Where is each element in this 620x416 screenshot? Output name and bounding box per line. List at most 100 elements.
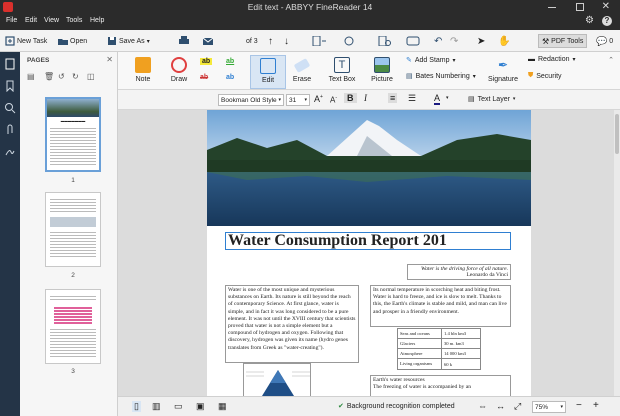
strikethrough-text-icon[interactable]: ab <box>200 74 208 81</box>
quote-block[interactable]: Water is the driving force of all nature… <box>407 264 511 280</box>
document-view[interactable]: Water Consumption Report 201 Water is th… <box>118 110 620 396</box>
menu-view[interactable]: View <box>44 17 59 24</box>
email-icon[interactable] <box>202 34 214 48</box>
rotate-page-icon[interactable] <box>344 34 358 48</box>
align-left-icon[interactable]: ≡ <box>388 93 398 103</box>
settings-gear-icon[interactable]: ⚙ <box>585 15 594 26</box>
pdf-tools-label: PDF Tools <box>551 37 584 45</box>
print-icon[interactable] <box>178 34 190 48</box>
redaction-button[interactable]: ▬ Redaction ▾ <box>528 56 576 63</box>
page-thumbnail-1[interactable]: ▬▬▬▬▬▬▬ <box>45 97 101 172</box>
close-panel-icon[interactable]: ✕ <box>106 55 113 64</box>
insert-text-icon[interactable]: ab <box>226 74 234 81</box>
redaction-icon: ▬ <box>528 56 535 63</box>
menu-bar: File Edit View Tools Help ⚙ ? <box>0 14 620 30</box>
menu-tools[interactable]: Tools <box>66 17 82 24</box>
previous-page-icon[interactable]: ↑ <box>268 34 273 48</box>
zoom-select[interactable]: 75% ▾ <box>532 401 566 413</box>
single-page-view-icon[interactable]: ▯ <box>132 401 141 412</box>
menu-file[interactable]: File <box>6 17 17 24</box>
add-stamp-dropdown-icon: ▾ <box>452 57 456 64</box>
edit-button[interactable]: Edit <box>250 55 286 89</box>
font-size-select[interactable]: 31 ▾ <box>286 94 310 106</box>
climate-text-block[interactable]: Its normal temperature in scorching heat… <box>370 285 511 327</box>
line-spacing-icon[interactable]: ☰ <box>408 93 416 104</box>
text-layer-button[interactable]: ▤ Text Layer ▾ <box>468 95 516 104</box>
search-icon[interactable] <box>4 102 16 114</box>
maximize-button[interactable] <box>576 3 584 11</box>
zoom-in-icon[interactable]: + <box>593 400 599 411</box>
help-icon[interactable]: ? <box>602 16 612 26</box>
hand-tool-icon[interactable]: ✋ <box>498 34 510 48</box>
delete-page-icon[interactable]: 🗑 <box>44 72 54 81</box>
underline-text-icon[interactable]: ab <box>226 58 234 65</box>
italic-icon[interactable]: I <box>364 93 367 103</box>
font-family-select[interactable]: Bookman Old Style ▾ <box>218 94 284 106</box>
water-resources-table[interactable]: Seas and oceans 1.4 bln km3 Glaciers 30 m.… <box>397 328 481 370</box>
rotate-left-icon[interactable]: ↺ <box>58 72 65 81</box>
zoom-value: 75% <box>535 403 549 411</box>
add-stamp-button[interactable]: ✎ Add Stamp ▾ <box>406 56 456 65</box>
full-screen-icon[interactable]: ⤢ <box>514 401 521 412</box>
page-properties-icon[interactable]: ▤ <box>27 72 35 81</box>
select-pointer-icon[interactable]: ➤ <box>477 34 485 48</box>
undo-icon[interactable]: ↶ <box>434 34 442 48</box>
compare-icon[interactable] <box>406 34 420 48</box>
signature-icon: ✒ <box>497 58 509 72</box>
water-diagram-figure[interactable] <box>243 363 311 396</box>
recognize-page-icon[interactable] <box>378 34 392 48</box>
intro-text-block[interactable]: Water is one of the most unique and myst… <box>225 285 359 363</box>
recognition-status: ✔ Background recognition completed <box>338 402 455 411</box>
highlight-icon[interactable]: ab <box>200 58 213 65</box>
minimize-button[interactable] <box>548 7 556 8</box>
thumbnail-size-icon[interactable]: ◫ <box>87 72 95 81</box>
decrease-font-icon[interactable]: A- <box>330 95 337 105</box>
pages-icon[interactable] <box>4 58 16 70</box>
text-color-dropdown-icon[interactable]: ▾ <box>446 95 449 101</box>
menu-edit[interactable]: Edit <box>25 17 37 24</box>
bates-numbering-button[interactable]: ▤ Bates Numbering ▾ <box>406 72 476 81</box>
open-button[interactable]: Open <box>58 34 87 48</box>
presentation-view-icon[interactable]: ▣ <box>196 401 205 412</box>
vertical-scrollbar[interactable] <box>614 110 620 396</box>
fit-page-icon[interactable]: ⇔ <box>478 401 487 411</box>
comments-button[interactable]: 💬 0 <box>596 34 613 48</box>
close-button[interactable]: ✕ <box>602 1 610 12</box>
pdf-tools-button[interactable]: ⚒ PDF Tools <box>538 34 588 48</box>
page-thumbnail-3[interactable] <box>45 289 101 364</box>
attachments-icon[interactable] <box>4 124 16 136</box>
new-task-button[interactable]: New Task <box>5 34 47 48</box>
erase-button[interactable]: Erase <box>284 55 320 89</box>
fit-width-icon[interactable]: ↔ <box>496 401 505 411</box>
zoom-out-icon[interactable]: − <box>576 400 582 411</box>
collapse-ribbon-icon[interactable]: ⌃ <box>608 56 614 64</box>
bookmarks-icon[interactable] <box>4 80 16 93</box>
text-layer-dropdown-icon: ▾ <box>512 96 516 102</box>
next-page-icon[interactable]: ↓ <box>284 34 289 48</box>
page-thumbnail-2[interactable] <box>45 192 101 267</box>
rotate-right-icon[interactable]: ↻ <box>72 72 79 81</box>
save-as-dropdown-icon[interactable]: ▾ <box>147 38 150 45</box>
continuous-view-icon[interactable]: ▥ <box>152 401 161 412</box>
two-page-view-icon[interactable]: ▭ <box>174 401 183 412</box>
earth-resources-block[interactable]: Earth's water resources The freezing of … <box>370 375 511 396</box>
bold-icon[interactable]: B <box>344 93 357 103</box>
picture-button[interactable]: Picture <box>364 55 400 89</box>
note-button[interactable]: Note <box>125 55 161 89</box>
security-button[interactable]: ⛊ Security <box>528 72 562 80</box>
signature-button[interactable]: ✒ Signature <box>484 55 522 89</box>
menu-help[interactable]: Help <box>90 17 104 24</box>
redaction-dropdown-icon: ▾ <box>572 57 576 63</box>
redo-icon[interactable]: ↷ <box>450 34 458 48</box>
report-heading[interactable]: Water Consumption Report 201 <box>225 232 511 250</box>
signatures-icon[interactable] <box>4 146 16 158</box>
text-color-icon[interactable]: A <box>434 93 441 105</box>
text-box-button[interactable]: T Text Box <box>326 55 358 89</box>
thumbnails-view-icon[interactable]: ▦ <box>218 401 227 412</box>
add-page-icon[interactable] <box>312 34 326 48</box>
save-as-button[interactable]: Save As ▾ <box>107 34 150 48</box>
draw-button[interactable]: Draw <box>161 55 197 89</box>
new-task-icon <box>5 36 15 46</box>
scrollbar-thumb[interactable] <box>615 114 619 154</box>
increase-font-icon[interactable]: A+ <box>314 94 323 104</box>
